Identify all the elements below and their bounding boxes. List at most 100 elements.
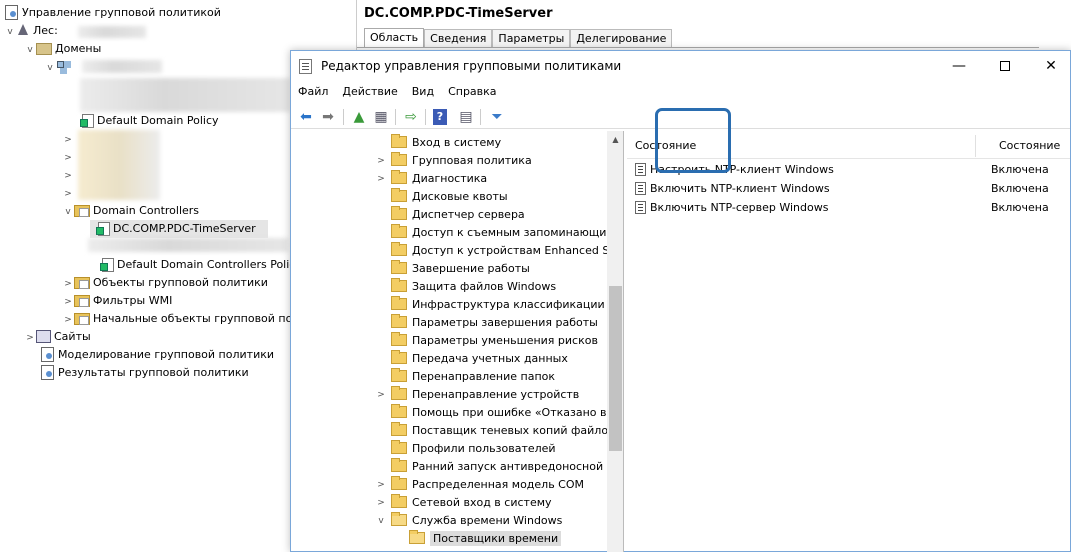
tree-item-label: Доступ к съемным запоминающи bbox=[412, 226, 607, 239]
column-divider[interactable] bbox=[975, 135, 976, 157]
forward-arrow-icon[interactable]: ➡ bbox=[318, 107, 338, 127]
tree-item[interactable]: Ранний запуск антивредоносной п bbox=[291, 458, 614, 476]
tree-item[interactable]: Доступ к устройствам Enhanced Sto bbox=[291, 242, 620, 260]
menu-action[interactable]: Действие bbox=[335, 82, 404, 102]
tree-item[interactable]: > Перенаправление устройств bbox=[291, 386, 607, 404]
tree-wmi-filters[interactable]: > Фильтры WMI bbox=[62, 292, 172, 310]
tree-selected-gpo[interactable]: DC.COMP.PDC-TimeServer bbox=[90, 220, 268, 238]
tab-settings[interactable]: Параметры bbox=[492, 29, 571, 48]
tree-item[interactable]: > Сетевой вход в систему bbox=[291, 494, 607, 512]
tree-item[interactable]: Доступ к съемным запоминающи bbox=[291, 224, 607, 242]
tree-domain-controllers[interactable]: v Domain Controllers bbox=[62, 202, 199, 220]
tree-item-content: Служба времени Windows bbox=[391, 512, 562, 530]
chevron-down-icon[interactable]: v bbox=[62, 203, 74, 220]
tree-domain[interactable]: v bbox=[44, 58, 74, 76]
tree-ou-1[interactable]: > bbox=[62, 130, 74, 148]
gpme-titlebar[interactable]: Редактор управления групповыми политикам… bbox=[291, 51, 1070, 81]
folder-icon bbox=[391, 278, 407, 292]
tree-domains[interactable]: v Домены bbox=[24, 40, 101, 58]
menu-file[interactable]: Файл bbox=[291, 82, 335, 102]
setting-row[interactable]: Включить NTP-клиент Windows Включена bbox=[627, 179, 1070, 198]
tree-item[interactable]: > Групповая политика bbox=[291, 152, 607, 170]
tree-item[interactable]: Перенаправление папок bbox=[291, 368, 607, 386]
tree-default-domain-policy[interactable]: Default Domain Policy bbox=[80, 112, 219, 130]
chevron-right-icon[interactable]: > bbox=[375, 170, 387, 188]
back-arrow-icon[interactable]: ⬅ bbox=[296, 107, 316, 127]
tree-item[interactable]: Диспетчер сервера bbox=[291, 206, 607, 224]
gpmc-root-icon bbox=[4, 5, 19, 20]
minimize-button[interactable]: — bbox=[936, 51, 982, 81]
help-icon[interactable]: ? bbox=[433, 109, 447, 125]
chevron-right-icon[interactable]: > bbox=[375, 476, 387, 494]
close-button[interactable]: ✕ bbox=[1028, 51, 1071, 81]
export-list-icon[interactable]: ⇨ bbox=[401, 107, 421, 127]
tree-item[interactable]: Передача учетных данных bbox=[291, 350, 607, 368]
tree-modeling-label: Моделирование групповой политики bbox=[58, 348, 275, 361]
tree-ou-3[interactable]: > bbox=[62, 166, 74, 184]
tree-item[interactable]: Завершение работы bbox=[291, 260, 607, 278]
gpo-link-icon bbox=[80, 113, 94, 128]
tree-sites[interactable]: > Сайты bbox=[24, 328, 91, 346]
menu-help[interactable]: Справка bbox=[441, 82, 503, 102]
tab-details[interactable]: Сведения bbox=[424, 29, 493, 48]
tab-scope[interactable]: Область bbox=[364, 28, 425, 48]
tree-default-dc-policy[interactable]: Default Domain Controllers Polic bbox=[100, 256, 290, 274]
chevron-down-icon[interactable]: v bbox=[44, 59, 56, 76]
folder-icon bbox=[391, 494, 407, 508]
folder-icon bbox=[391, 422, 407, 436]
tree-item[interactable]: > Диагностика bbox=[291, 170, 607, 188]
tree-item-selected[interactable]: Поставщики времени bbox=[409, 530, 562, 548]
setting-row[interactable]: Включить NTP-сервер Windows Включена bbox=[627, 198, 1070, 217]
tree-item[interactable]: Вход в систему bbox=[291, 134, 607, 152]
tree-results[interactable]: Результаты групповой политики bbox=[40, 364, 249, 382]
chevron-right-icon[interactable]: > bbox=[375, 152, 387, 170]
tree-gpo-objects[interactable]: > Объекты групповой политики bbox=[62, 274, 268, 292]
tree-item[interactable]: Параметры завершения работы bbox=[291, 314, 607, 332]
show-hide-tree-icon[interactable]: ▦ bbox=[371, 107, 391, 127]
folder-icon bbox=[391, 188, 407, 202]
maximize-button[interactable] bbox=[982, 51, 1028, 81]
folder-icon bbox=[74, 277, 90, 289]
folder-icon bbox=[391, 224, 407, 238]
tree-starter-gpos[interactable]: > Начальные объекты групповой по bbox=[62, 310, 290, 328]
tree-item[interactable]: > Распределенная модель COM bbox=[291, 476, 607, 494]
column-header-state[interactable]: Состояние bbox=[999, 139, 1060, 152]
tree-item-content: Перенаправление папок bbox=[391, 368, 555, 386]
chevron-right-icon[interactable]: > bbox=[62, 185, 74, 202]
tree-item[interactable]: Параметры уменьшения рисков bbox=[291, 332, 607, 350]
redacted-ous bbox=[78, 130, 160, 200]
tree-modeling[interactable]: Моделирование групповой политики bbox=[40, 346, 274, 364]
tree-item[interactable]: Защита файлов Windows bbox=[291, 278, 607, 296]
chevron-right-icon[interactable]: > bbox=[62, 275, 74, 292]
tree-item[interactable]: v Служба времени Windows bbox=[291, 512, 607, 530]
tree-forest[interactable]: v Лес: bbox=[4, 22, 58, 40]
tree-item-content: Диагностика bbox=[391, 170, 487, 188]
tree-item[interactable]: Помощь при ошибке «Отказано в bbox=[291, 404, 607, 422]
tree-item[interactable]: Поставщик теневых копий файлов bbox=[291, 422, 615, 440]
chevron-right-icon[interactable]: > bbox=[62, 167, 74, 184]
chevron-down-icon[interactable]: v bbox=[4, 23, 16, 40]
scroll-thumb[interactable] bbox=[609, 286, 622, 451]
scroll-up-icon[interactable]: ▲ bbox=[607, 131, 623, 148]
tree-ou-4[interactable]: > bbox=[62, 184, 74, 202]
chevron-right-icon[interactable]: > bbox=[62, 131, 74, 148]
menu-view[interactable]: Вид bbox=[405, 82, 441, 102]
chevron-down-icon[interactable]: v bbox=[375, 512, 387, 530]
tree-item[interactable]: Профили пользователей bbox=[291, 440, 607, 458]
tree-scrollbar[interactable]: ▲ bbox=[607, 131, 623, 552]
chevron-right-icon[interactable]: > bbox=[62, 149, 74, 166]
tree-ou-2[interactable]: > bbox=[62, 148, 74, 166]
tree-root[interactable]: Управление групповой политикой bbox=[4, 4, 221, 22]
chevron-right-icon[interactable]: > bbox=[62, 311, 74, 328]
chevron-right-icon[interactable]: > bbox=[24, 329, 36, 346]
tree-item[interactable]: Инфраструктура классификации ф bbox=[291, 296, 618, 314]
tab-delegation[interactable]: Делегирование bbox=[570, 29, 673, 48]
tree-item[interactable]: Дисковые квоты bbox=[291, 188, 607, 206]
chevron-right-icon[interactable]: > bbox=[375, 386, 387, 404]
properties-pane-icon[interactable]: ▤ bbox=[456, 107, 476, 127]
chevron-down-icon[interactable]: v bbox=[24, 41, 36, 58]
chevron-right-icon[interactable]: > bbox=[375, 494, 387, 512]
filter-icon[interactable]: ⏷ bbox=[487, 107, 507, 127]
up-folder-icon[interactable]: ▲ bbox=[349, 107, 369, 127]
chevron-right-icon[interactable]: > bbox=[62, 293, 74, 310]
